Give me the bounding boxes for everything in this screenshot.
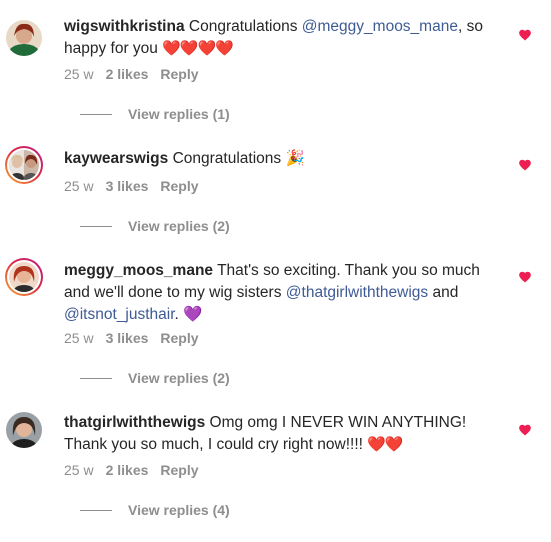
avatar[interactable]: [5, 146, 43, 184]
avatar[interactable]: [6, 20, 42, 56]
view-replies-button[interactable]: View replies (2): [64, 218, 230, 234]
replies-divider: [80, 509, 112, 511]
like-heart-icon[interactable]: [518, 270, 532, 284]
reply-button[interactable]: Reply: [160, 66, 198, 82]
avatar-image: [6, 20, 42, 56]
comment-body: and: [428, 284, 459, 301]
reply-button[interactable]: Reply: [160, 330, 198, 346]
avatar-image: [6, 412, 42, 448]
comment-meta: 25 w 3 likes Reply: [64, 330, 211, 346]
comment-time: 25 w: [64, 462, 94, 478]
comment-text: meggy_moos_mane That's so exciting. Than…: [64, 260, 508, 326]
mention-link[interactable]: @thatgirlwiththewigs: [286, 284, 428, 301]
view-replies-button[interactable]: View replies (1): [64, 106, 230, 122]
comment-meta: 25 w 2 likes Reply: [64, 462, 211, 478]
reply-button[interactable]: Reply: [160, 462, 198, 478]
likes-count[interactable]: 3 likes: [106, 330, 149, 346]
purple-heart-emoji: 💜: [183, 306, 203, 323]
comment-text: wigswithkristina Congratulations @meggy_…: [64, 16, 508, 60]
like-heart-icon[interactable]: [518, 158, 532, 172]
comment-body: Congratulations: [188, 18, 302, 35]
comment-username[interactable]: wigswithkristina: [64, 18, 185, 35]
party-popper-emoji: 🎉: [285, 150, 305, 167]
view-replies-label: View replies (2): [128, 370, 230, 386]
comment-time: 25 w: [64, 330, 94, 346]
avatar[interactable]: [5, 258, 43, 296]
comment-meta: 25 w 2 likes Reply: [64, 66, 211, 82]
heart-emoji: ❤️❤️: [367, 436, 403, 453]
replies-divider: [80, 377, 112, 379]
avatar-image: [9, 150, 39, 180]
comment-text: kaywearswigs Congratulations 🎉: [64, 148, 508, 170]
mention-link[interactable]: @itsnot_justhair: [64, 306, 175, 323]
view-replies-label: View replies (4): [128, 502, 230, 518]
mention-link[interactable]: @meggy_moos_mane: [302, 18, 458, 35]
likes-count[interactable]: 2 likes: [106, 66, 149, 82]
comment-meta: 25 w 3 likes Reply: [64, 178, 211, 194]
comment-time: 25 w: [64, 178, 94, 194]
like-heart-icon[interactable]: [518, 28, 532, 42]
likes-count[interactable]: 3 likes: [106, 178, 149, 194]
comment-username[interactable]: kaywearswigs: [64, 150, 168, 167]
avatar-ring-gap: [7, 148, 41, 182]
reply-button[interactable]: Reply: [160, 178, 198, 194]
view-replies-button[interactable]: View replies (2): [64, 370, 230, 386]
comment-text: thatgirlwiththewigs Omg omg I NEVER WIN …: [64, 412, 508, 456]
like-heart-icon[interactable]: [518, 423, 532, 437]
comment-username[interactable]: thatgirlwiththewigs: [64, 414, 205, 431]
heart-emoji: ❤️❤️❤️❤️: [162, 40, 234, 57]
replies-divider: [80, 225, 112, 227]
view-replies-label: View replies (1): [128, 106, 230, 122]
avatar[interactable]: [6, 412, 42, 448]
comment-body: .: [174, 306, 184, 323]
comment-username[interactable]: meggy_moos_mane: [64, 262, 213, 279]
avatar-ring-gap: [7, 260, 41, 294]
avatar-image: [9, 262, 39, 292]
replies-divider: [80, 113, 112, 115]
view-replies-label: View replies (2): [128, 218, 230, 234]
likes-count[interactable]: 2 likes: [106, 462, 149, 478]
comment-body: Congratulations: [172, 150, 286, 167]
comment-time: 25 w: [64, 66, 94, 82]
view-replies-button[interactable]: View replies (4): [64, 502, 230, 518]
